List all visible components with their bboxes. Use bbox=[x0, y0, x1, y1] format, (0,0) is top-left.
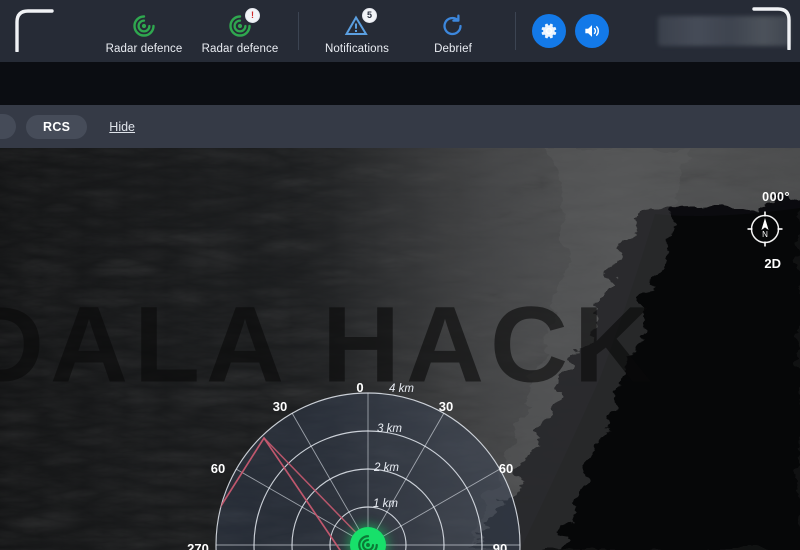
tab-rcs[interactable]: RCS bbox=[26, 114, 88, 139]
header-spacer bbox=[0, 62, 800, 105]
toolbar-item-debrief[interactable]: Debrief bbox=[405, 0, 501, 62]
speaker-icon bbox=[585, 25, 599, 37]
sub-toolbar: RCS Hide bbox=[0, 105, 800, 148]
toolbar-item-label: Debrief bbox=[434, 42, 472, 55]
hide-link[interactable]: Hide bbox=[109, 120, 135, 134]
frame-corner-bracket-left bbox=[15, 9, 54, 52]
range-label-3km: 3 km bbox=[377, 423, 402, 435]
settings-button[interactable] bbox=[532, 14, 566, 48]
toolbar-item-radar-defence-2[interactable]: ! Radar defence bbox=[192, 0, 288, 62]
gear-icon bbox=[541, 23, 557, 39]
bearing-label-90: 90 bbox=[493, 541, 507, 550]
bearing-label-60r: 60 bbox=[499, 461, 513, 476]
map-view[interactable]: DALA HACK 0 30 30 60 60 270 90 4 km 3 km… bbox=[0, 148, 800, 550]
bearing-label-270: 270 bbox=[187, 541, 209, 550]
toolbar-divider bbox=[515, 12, 516, 50]
radar-icon bbox=[130, 12, 158, 40]
toolbar-item-label: Radar defence bbox=[105, 42, 183, 55]
bearing-label-60l: 60 bbox=[211, 461, 225, 476]
view-mode-label[interactable]: 2D bbox=[764, 256, 781, 271]
range-label-4km: 4 km bbox=[389, 383, 414, 395]
range-label-1km: 1 km bbox=[373, 498, 398, 510]
app-root: Radar defence ! Radar defence 5 Notifica… bbox=[0, 0, 800, 550]
warning-triangle-icon: 5 bbox=[343, 7, 377, 40]
compass-rose-icon[interactable]: N bbox=[744, 208, 786, 250]
refresh-icon bbox=[439, 12, 467, 40]
redacted-region bbox=[658, 16, 790, 46]
offscreen-pill-button[interactable] bbox=[0, 114, 16, 139]
toolbar-divider bbox=[298, 12, 299, 50]
radar-icon bbox=[358, 535, 378, 550]
toolbar-item-label: Radar defence bbox=[201, 42, 279, 55]
compass-north-label: N bbox=[762, 230, 768, 239]
toolbar-item-label: Notifications bbox=[325, 42, 389, 55]
volume-button[interactable] bbox=[575, 14, 609, 48]
top-toolbar: Radar defence ! Radar defence 5 Notifica… bbox=[0, 0, 800, 62]
toolbar-item-notifications[interactable]: 5 Notifications bbox=[309, 0, 405, 62]
compass-heading: 000° bbox=[762, 190, 790, 204]
bearing-label-30l: 30 bbox=[273, 399, 287, 414]
bearing-label-30r: 30 bbox=[439, 399, 453, 414]
toolbar-item-radar-defence-1[interactable]: Radar defence bbox=[96, 0, 192, 62]
radar-icon: ! bbox=[226, 7, 260, 40]
notification-count-badge: 5 bbox=[362, 7, 377, 23]
alert-badge: ! bbox=[245, 7, 260, 23]
radar-overlay: 0 30 30 60 60 270 90 120 120 150 150 4 k… bbox=[187, 380, 521, 550]
range-label-2km: 2 km bbox=[373, 462, 399, 474]
bearing-label-0: 0 bbox=[356, 380, 363, 395]
